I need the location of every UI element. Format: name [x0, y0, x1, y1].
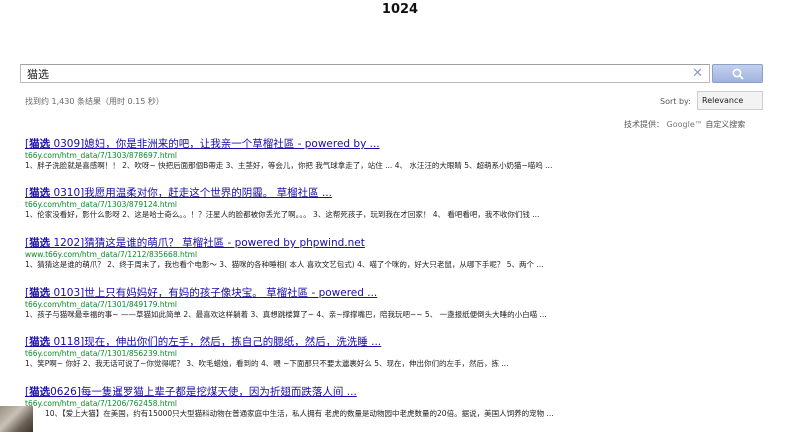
- result-item: [猫选0626]每一隻暹罗猫上辈子都是挖煤天使，因为折翅而跌落人间 ... t6…: [0, 386, 785, 432]
- result-snippet: 1、孩子与猫咪最幸福的事~ ——草猫如此简单 2、最喜欢这样躺着 3、真想跳楼算…: [25, 310, 547, 319]
- powered-suffix: 自定义搜索: [705, 120, 746, 129]
- powered-by: 技术提供： Google™ 自定义搜索: [624, 119, 745, 130]
- result-item: [猫选 0118]现在，伸出你们的左手，然后，拣自己的腮纸，然后，洗洗睡 ...…: [25, 336, 785, 369]
- result-title-text: 1202]猜猜这是谁的萌爪？ 草榴社區 - powered by phpwind…: [50, 237, 365, 249]
- result-keyword: 猫选: [29, 287, 51, 299]
- result-stats: 找到约 1,430 条结果（用时 0.15 秒）: [25, 97, 164, 106]
- result-url: t66y.com/htm_data/7/1206/762458.html: [25, 399, 177, 408]
- result-thumbnail[interactable]: [0, 406, 33, 432]
- result-keyword: 猫选: [29, 336, 51, 348]
- result-title-text: 0118]现在，伸出你们的左手，然后，拣自己的腮纸，然后，洗洗睡 ...: [50, 336, 382, 348]
- result-title-text: 0626]每一隻暹罗猫上辈子都是挖煤天使，因为折翅而跌落人间 ...: [50, 386, 357, 398]
- result-snippet: 1、笑P啊~ 你好 2、我无话可说了~你觉得呢？ 3、吹毛蜡烛，看到的 4、喂 …: [25, 359, 509, 368]
- result-item: [猫选 0310]我愿用温柔对你，赶走这个世界的阴霾。 草榴社區 ... t66…: [25, 187, 785, 220]
- result-url: t66y.com/htm_data/7/1303/878697.html: [25, 151, 177, 160]
- powered-prefix: 技术提供：: [624, 120, 664, 129]
- search-input[interactable]: [27, 66, 677, 81]
- result-keyword: 猫选: [29, 237, 51, 249]
- result-url: t66y.com/htm_data/7/1303/879124.html: [25, 200, 177, 209]
- search-box[interactable]: ✕: [20, 64, 710, 83]
- result-url: t66y.com/htm_data/7/1301/849179.html: [25, 300, 177, 309]
- result-title-link[interactable]: [猫选 1202]猜猜这是谁的萌爪？ 草榴社區 - powered by php…: [25, 237, 785, 250]
- sort-label: Sort by:: [660, 97, 691, 106]
- result-url: www.t66y.com/htm_data/7/1212/835668.html: [25, 250, 198, 259]
- result-title-text: 0310]我愿用温柔对你，赶走这个世界的阴霾。 草榴社區 ...: [50, 187, 332, 199]
- result-title-link[interactable]: [猫选 0118]现在，伸出你们的左手，然后，拣自己的腮纸，然后，洗洗睡 ...: [25, 336, 785, 349]
- search-icon: [732, 68, 744, 80]
- result-snippet: 1、胖子洗脸就是喜感啊！！ 2、吹呀~ 快把后面那個B帶走 3、主茎好，等会儿，…: [25, 161, 553, 170]
- result-snippet: 10、【爱上大猫】在美国，约有15000只大型猫科动物在普通家庭中生活，私人拥有…: [45, 409, 554, 418]
- result-item: [猫选 0309]媳妇，你是非洲来的吧，让我亲一个草榴社區 - powered …: [25, 138, 785, 171]
- close-icon[interactable]: ✕: [692, 65, 703, 82]
- sort-select[interactable]: Relevance: [697, 91, 763, 110]
- result-snippet: 1、伦家没看好，影什么影呀 2、这是哈士奇么。。！？汪星人的脸都被你丢光了啊。。…: [25, 210, 540, 219]
- search-button[interactable]: [712, 64, 763, 83]
- result-title-link[interactable]: [猫选 0103]世上只有妈妈好，有妈的孩子像块宝。 草榴社區 - powere…: [25, 287, 785, 300]
- result-title-text: 0309]媳妇，你是非洲来的吧，让我亲一个草榴社區 - powered by .…: [50, 138, 380, 150]
- result-keyword: 猫选: [29, 386, 51, 398]
- result-keyword: 猫选: [29, 187, 51, 199]
- result-item: [猫选 0103]世上只有妈妈好，有妈的孩子像块宝。 草榴社區 - powere…: [25, 287, 785, 320]
- result-title-link[interactable]: [猫选 0310]我愿用温柔对你，赶走这个世界的阴霾。 草榴社區 ...: [25, 187, 785, 200]
- site-title: 1024: [381, 2, 419, 17]
- google-logo: Google™: [666, 120, 703, 129]
- result-title-link[interactable]: [猫选 0309]媳妇，你是非洲来的吧，让我亲一个草榴社區 - powered …: [25, 138, 785, 151]
- result-url: t66y.com/htm_data/7/1301/856239.html: [25, 349, 177, 358]
- result-title-text: 0103]世上只有妈妈好，有妈的孩子像块宝。 草榴社區 - powered ..…: [50, 287, 378, 299]
- result-title-link[interactable]: [猫选0626]每一隻暹罗猫上辈子都是挖煤天使，因为折翅而跌落人间 ...: [25, 386, 785, 399]
- result-snippet: 1、猜猜这是谁的萌爪？ 2、终于周末了，我也看个电影～ 3、猫咪的各种睡相( 本…: [25, 260, 544, 269]
- result-keyword: 猫选: [29, 138, 51, 150]
- result-item: [猫选 1202]猜猜这是谁的萌爪？ 草榴社區 - powered by php…: [25, 237, 785, 270]
